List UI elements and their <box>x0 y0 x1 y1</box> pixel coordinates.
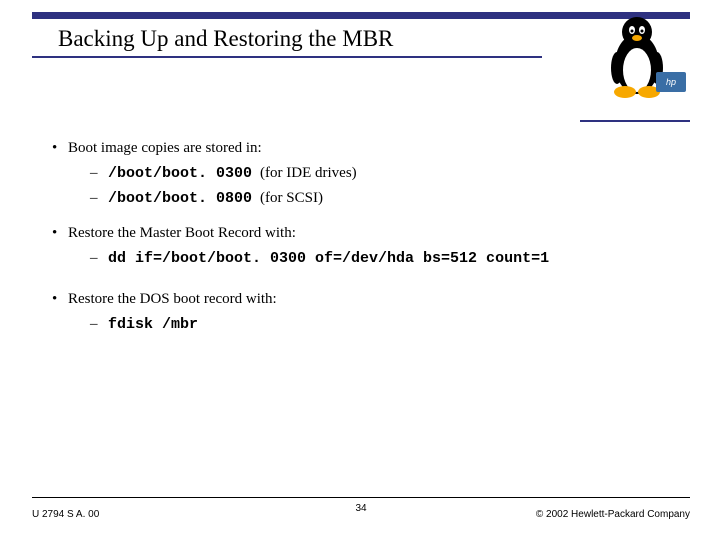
bullet-item: • Boot image copies are stored in: <box>50 140 680 157</box>
sub-marker: – <box>90 250 108 267</box>
bullet-marker: • <box>50 140 68 157</box>
note-text: (for IDE drives) <box>260 165 357 182</box>
footer: U 2794 S A. 00 34 © 2002 Hewlett-Packard… <box>32 509 690 520</box>
sub-marker: – <box>90 190 108 207</box>
footer-right: © 2002 Hewlett-Packard Company <box>536 509 690 520</box>
bullet-item: • Restore the Master Boot Record with: <box>50 225 680 242</box>
footer-left: U 2794 S A. 00 <box>32 509 99 520</box>
title-side-rule <box>580 120 690 122</box>
bullet-group-3: • Restore the DOS boot record with: – fd… <box>50 291 680 333</box>
code-text: dd if=/boot/boot. 0300 of=/dev/hda bs=51… <box>108 250 549 267</box>
logo-area: hp <box>589 10 684 110</box>
bullet-group-2: • Restore the Master Boot Record with: –… <box>50 225 680 267</box>
bullet-item: • Restore the DOS boot record with: <box>50 291 680 308</box>
bullet-marker: • <box>50 291 68 308</box>
code-text: /boot/boot. 0300 <box>108 165 252 182</box>
bullet-marker: • <box>50 225 68 242</box>
sub-item: – /boot/boot. 0800 (for SCSI) <box>90 190 680 207</box>
footer-rule <box>32 497 690 498</box>
code-text: fdisk /mbr <box>108 316 198 333</box>
slide-title: Backing Up and Restoring the MBR <box>58 26 393 52</box>
page-number: 34 <box>355 503 366 514</box>
sub-item: – fdisk /mbr <box>90 316 680 333</box>
sub-marker: – <box>90 316 108 333</box>
sub-item: – /boot/boot. 0300 (for IDE drives) <box>90 165 680 182</box>
slide-content: • Boot image copies are stored in: – /bo… <box>50 140 680 351</box>
bullet-text: Restore the Master Boot Record with: <box>68 225 296 242</box>
code-text: /boot/boot. 0800 <box>108 190 252 207</box>
bullet-text: Boot image copies are stored in: <box>68 140 262 157</box>
note-text: (for SCSI) <box>260 190 323 207</box>
sub-item: – dd if=/boot/boot. 0300 of=/dev/hda bs=… <box>90 250 680 267</box>
hp-logo-badge: hp <box>656 72 686 92</box>
bullet-group-1: • Boot image copies are stored in: – /bo… <box>50 140 680 207</box>
bullet-text: Restore the DOS boot record with: <box>68 291 277 308</box>
sub-marker: – <box>90 165 108 182</box>
title-underline <box>32 56 542 58</box>
